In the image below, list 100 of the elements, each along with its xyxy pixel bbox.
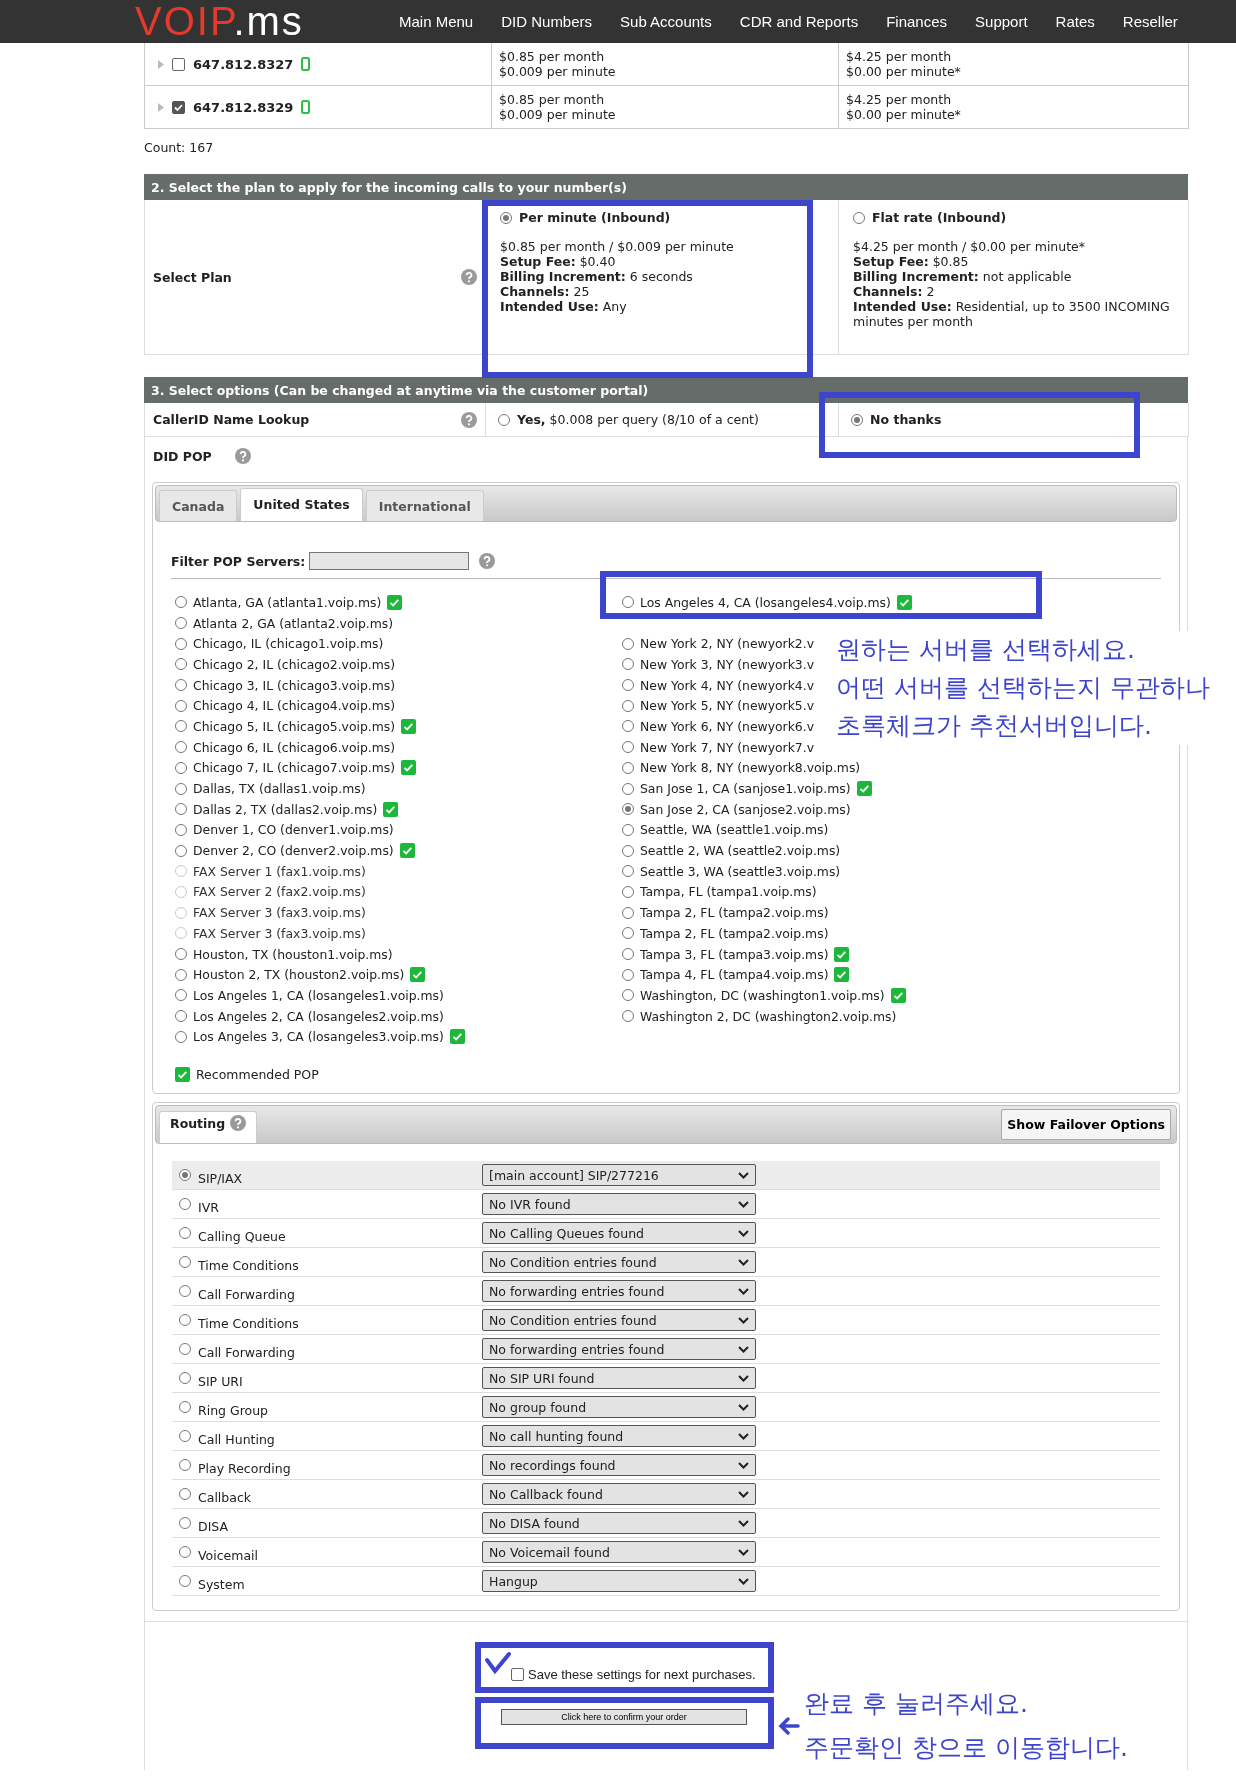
radio-button[interactable] [622, 865, 634, 878]
radio-button[interactable] [175, 989, 187, 1002]
radio-button[interactable] [622, 741, 634, 754]
server-option[interactable]: Seattle, WA (seattle1.voip.ms) [640, 822, 829, 838]
server-option[interactable]: Denver 1, CO (denver1.voip.ms) [193, 822, 394, 838]
radio-button[interactable] [179, 1488, 191, 1501]
route-option[interactable]: Calling Queue [198, 1222, 482, 1244]
radio-button[interactable] [622, 823, 634, 836]
server-option[interactable]: Chicago, IL (chicago1.voip.ms) [193, 636, 384, 652]
route-option[interactable]: Call Forwarding [198, 1338, 482, 1360]
server-option[interactable]: Los Angeles 2, CA (losangeles2.voip.ms) [193, 1008, 444, 1024]
dropdown[interactable]: No forwarding entries found [482, 1280, 756, 1303]
failover-button[interactable]: Show Failover Options [1001, 1109, 1171, 1141]
checkbox-label[interactable]: Save these settings for next purchases. [528, 1667, 756, 1683]
radio-button[interactable] [179, 1546, 191, 1559]
radio-button[interactable] [179, 1169, 191, 1182]
server-option[interactable]: Chicago 3, IL (chicago3.voip.ms) [193, 677, 396, 693]
tab[interactable]: Routing [159, 1111, 258, 1144]
server-option[interactable]: San Jose 2, CA (sanjose2.voip.ms) [640, 801, 851, 817]
server-option[interactable]: New York 2, NY (newyork2.v [640, 636, 814, 652]
radio-button[interactable] [175, 948, 187, 961]
route-option[interactable]: Time Conditions [198, 1251, 482, 1273]
route-option[interactable]: Call Forwarding [198, 1280, 482, 1302]
radio-button[interactable] [622, 906, 634, 919]
server-option[interactable]: Seattle 2, WA (seattle2.voip.ms) [640, 843, 841, 859]
server-option[interactable]: Chicago 7, IL (chicago7.voip.ms) [193, 760, 396, 776]
server-option[interactable]: San Jose 1, CA (sanjose1.voip.ms) [640, 781, 851, 797]
option-label[interactable]: No thanks [870, 412, 942, 427]
radio-button[interactable] [622, 803, 634, 816]
route-option[interactable]: Call Hunting [198, 1425, 482, 1447]
radio-button[interactable] [179, 1459, 191, 1472]
server-option[interactable]: New York 5, NY (newyork5.v [640, 698, 814, 714]
filter-field[interactable] [309, 552, 470, 570]
route-option[interactable]: Callback [198, 1483, 482, 1505]
nav-link[interactable]: Main Menu [385, 13, 488, 30]
radio-button[interactable] [622, 699, 634, 712]
radio-button[interactable] [179, 1227, 191, 1240]
route-option[interactable]: System [198, 1570, 482, 1592]
server-option[interactable]: Chicago 5, IL (chicago5.voip.ms) [193, 718, 396, 734]
server-option[interactable]: Houston, TX (houston1.voip.ms) [193, 946, 393, 962]
radio-button[interactable] [622, 658, 634, 671]
nav-link[interactable]: Support [961, 13, 1042, 30]
dropdown[interactable]: Hangup [482, 1570, 756, 1593]
server-option[interactable]: Los Angeles 4, CA (losangeles4.voip.ms) [640, 594, 891, 610]
server-option[interactable]: Tampa 4, FL (tampa4.voip.ms) [640, 967, 829, 983]
dropdown[interactable]: No group found [482, 1396, 756, 1419]
server-option[interactable]: Los Angeles 1, CA (losangeles1.voip.ms) [193, 987, 444, 1003]
checkbox[interactable] [172, 100, 185, 114]
nav-link[interactable]: CDR and Reports [725, 13, 873, 30]
server-option[interactable]: Los Angeles 3, CA (losangeles3.voip.ms) [193, 1029, 444, 1045]
radio-button[interactable] [622, 844, 634, 857]
checkbox[interactable] [511, 1668, 524, 1682]
nav-link[interactable]: Sub Accounts [606, 13, 726, 30]
server-option[interactable]: Atlanta 2, GA (atlanta2.voip.ms) [193, 615, 394, 631]
radio-button[interactable] [179, 1256, 191, 1269]
server-option[interactable]: Denver 2, CO (denver2.voip.ms) [193, 843, 394, 859]
dropdown[interactable]: No Condition entries found [482, 1309, 756, 1332]
radio-button[interactable] [175, 637, 187, 650]
dropdown[interactable]: No Calling Queues found [482, 1222, 756, 1245]
dropdown[interactable]: No Condition entries found [482, 1251, 756, 1274]
radio-button[interactable] [179, 1285, 191, 1298]
server-option[interactable]: Dallas 2, TX (dallas2.voip.ms) [193, 801, 378, 817]
server-option[interactable]: Chicago 2, IL (chicago2.voip.ms) [193, 656, 396, 672]
radio-button[interactable] [179, 1517, 191, 1530]
server-option[interactable]: Tampa 2, FL (tampa2.voip.ms) [640, 925, 829, 941]
route-option[interactable]: SIP/IAX [198, 1164, 482, 1186]
server-option[interactable]: Houston 2, TX (houston2.voip.ms) [193, 967, 405, 983]
radio-button[interactable] [175, 968, 187, 981]
route-option[interactable]: Ring Group [198, 1396, 482, 1418]
server-option[interactable]: New York 6, NY (newyork6.v [640, 718, 814, 734]
radio-button[interactable] [175, 617, 187, 630]
checkbox[interactable] [172, 57, 185, 71]
tab[interactable]: Canada [159, 490, 238, 521]
radio-button[interactable] [175, 803, 187, 816]
radio-button[interactable] [853, 211, 865, 224]
radio-button[interactable] [175, 720, 187, 733]
server-option[interactable]: Tampa 3, FL (tampa3.voip.ms) [640, 946, 829, 962]
nav-link[interactable]: DID Numbers [487, 13, 607, 30]
nav-link[interactable]: Finances [872, 13, 962, 30]
radio-button[interactable] [622, 679, 634, 692]
dropdown[interactable]: No Voicemail found [482, 1541, 756, 1564]
radio-button[interactable] [179, 1575, 191, 1588]
server-option[interactable]: Washington, DC (washington1.voip.ms) [640, 987, 885, 1003]
radio-button[interactable] [622, 596, 634, 609]
radio-button[interactable] [622, 720, 634, 733]
radio-button[interactable] [622, 637, 634, 650]
radio-button[interactable] [498, 413, 510, 426]
route-option[interactable]: DISA [198, 1512, 482, 1534]
route-option[interactable]: Time Conditions [198, 1309, 482, 1331]
server-option[interactable]: New York 3, NY (newyork3.v [640, 656, 814, 672]
radio-button[interactable] [622, 927, 634, 940]
dropdown[interactable]: No IVR found [482, 1193, 756, 1216]
radio-button[interactable] [622, 761, 634, 774]
server-option[interactable]: Tampa, FL (tampa1.voip.ms) [640, 884, 817, 900]
radio-button[interactable] [175, 741, 187, 754]
tab[interactable]: United States [240, 488, 363, 521]
server-option[interactable]: Atlanta, GA (atlanta1.voip.ms) [193, 594, 382, 610]
radio-button[interactable] [175, 1010, 187, 1023]
route-option[interactable]: Voicemail [198, 1541, 482, 1563]
server-option[interactable]: Chicago 6, IL (chicago6.voip.ms) [193, 739, 396, 755]
